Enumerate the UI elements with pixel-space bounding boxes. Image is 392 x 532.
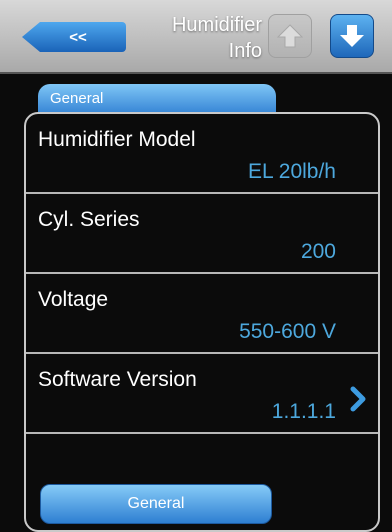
page-title-line1: Humidifier [171,14,262,36]
page-title-line2: Info [228,40,262,62]
back-button[interactable]: << [22,22,126,52]
header-bar: << Humidifier Info [0,0,392,74]
back-button-label: << [69,28,87,46]
info-row-cyl-series: Cyl. Series 200 [26,194,378,274]
arrow-up-icon [276,24,304,48]
row-label: Humidifier Model [38,128,196,151]
row-value: 200 [300,240,336,263]
row-label: Software Version [38,368,197,391]
tab-general-top-label: General [50,90,104,107]
chevron-right-icon [350,386,366,412]
info-row-voltage: Voltage 550-600 V [26,274,378,354]
info-row-software-version[interactable]: Software Version 1.1.1.1 [26,354,378,434]
row-value: 550-600 V [239,320,336,343]
arrow-down-icon [340,25,364,47]
info-panel: Humidifier Model EL 20lb/h Cyl. Series 2… [24,112,380,532]
row-label: Cyl. Series [38,208,140,231]
info-row-humidifier-model: Humidifier Model EL 20lb/h [26,114,378,194]
page-title: Humidifier Info [132,12,262,64]
row-value: EL 20lb/h [248,160,336,183]
row-value: 1.1.1.1 [271,400,336,423]
row-label: Voltage [38,288,109,311]
tab-general-bottom[interactable]: General [40,484,272,524]
scroll-up-button[interactable] [268,14,312,58]
scroll-down-button[interactable] [330,14,374,58]
tab-general-bottom-label: General [127,495,185,512]
